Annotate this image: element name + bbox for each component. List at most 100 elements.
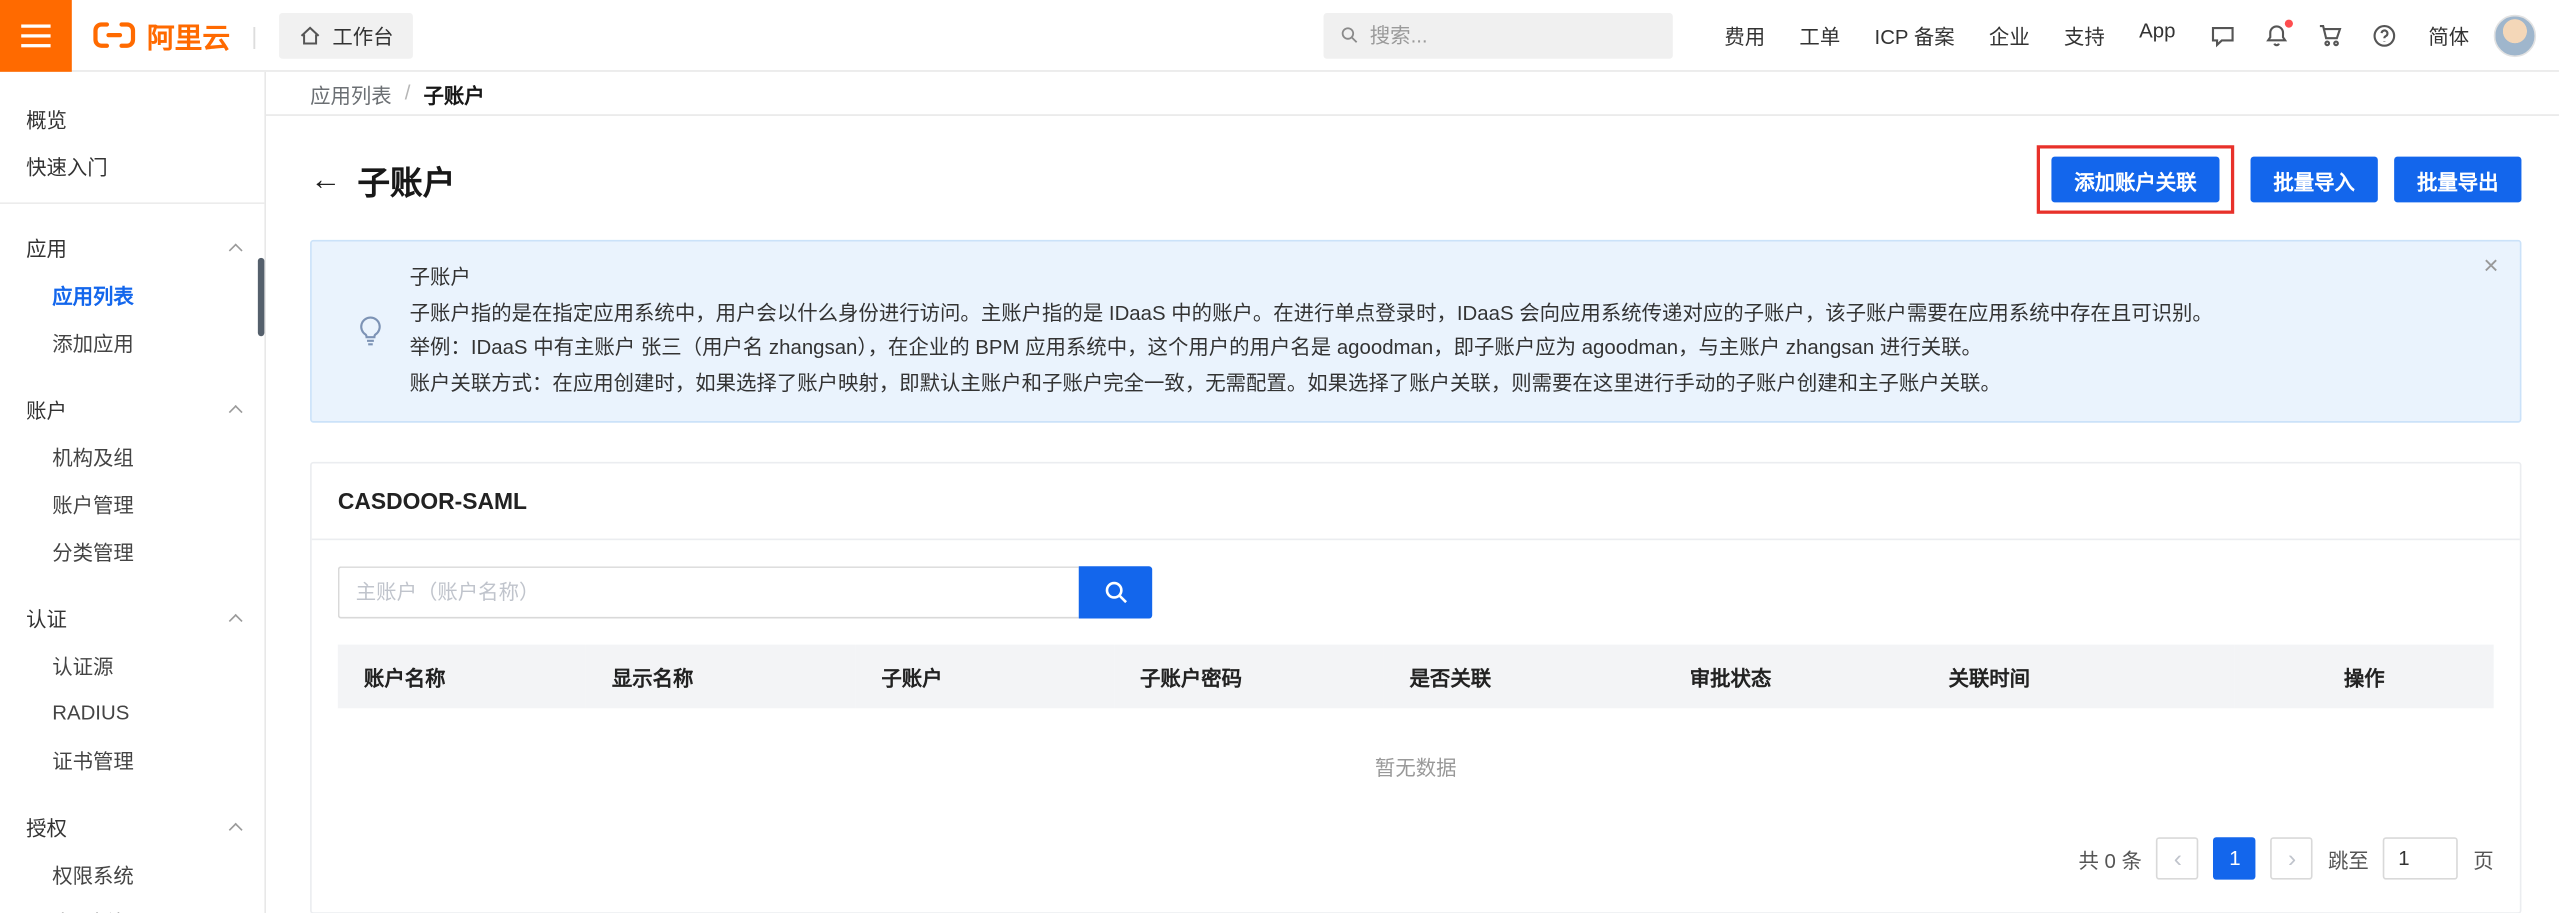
message-icon[interactable] [2210, 22, 2236, 48]
pagination-total: 共 0 条 [2078, 843, 2141, 874]
chevron-up-icon [229, 822, 243, 836]
col-display-name: 显示名称 [586, 645, 855, 709]
page-title: 子账户 [357, 156, 455, 203]
hamburger-menu-button[interactable] [0, 0, 72, 71]
topbar-search[interactable] [1323, 12, 1672, 58]
topbar-link-icp[interactable]: ICP 备案 [1875, 20, 1955, 51]
sidebar-item-account-management[interactable]: 账户管理 [0, 480, 264, 527]
breadcrumb-separator: / [405, 82, 411, 105]
sidebar-group-apps[interactable]: 应用 [0, 224, 264, 271]
main-content: 应用列表 / 子账户 ← 子账户 添加账户关联 批量导入 批量导出 [266, 72, 2559, 913]
search-icon [1339, 24, 1358, 45]
help-icon[interactable] [2371, 22, 2397, 48]
topbar-links: 费用 工单 ICP 备案 企业 支持 App [1724, 20, 2175, 51]
col-link-time: 关联时间 [1922, 645, 2235, 709]
sidebar-item-org-groups[interactable]: 机构及组 [0, 432, 264, 479]
col-is-linked: 是否关联 [1383, 645, 1663, 709]
sidebar-item-category-management[interactable]: 分类管理 [0, 527, 264, 574]
breadcrumb: 应用列表 / 子账户 [266, 72, 2559, 116]
col-account-name: 账户名称 [338, 645, 586, 709]
batch-import-button[interactable]: 批量导入 [2250, 157, 2377, 203]
banner-title: 子账户 [410, 261, 2213, 296]
sidebar-item-overview[interactable]: 概览 [0, 95, 264, 142]
sidebar-item-quickstart[interactable]: 快速入门 [0, 142, 264, 189]
aliyun-idaas-console: 阿里云 | 工作台 费用 工单 ICP 备案 企业 支持 App [0, 0, 2559, 913]
empty-row: 暂无数据 [338, 708, 2494, 801]
notification-dot [2285, 19, 2293, 27]
pagination-unit-label: 页 [2473, 843, 2493, 874]
batch-export-button[interactable]: 批量导出 [2394, 157, 2521, 203]
sidebar-item-permission-systems[interactable]: 权限系统 [0, 850, 264, 897]
accounts-table: 账户名称 显示名称 子账户 子账户密码 是否关联 审批状态 关联时间 操作 [338, 645, 2494, 802]
account-search-button[interactable] [1079, 566, 1152, 618]
cart-icon[interactable] [2317, 22, 2343, 48]
sidebar-item-cert-management[interactable]: 证书管理 [0, 736, 264, 783]
account-card: CASDOOR-SAML [310, 462, 2521, 913]
aliyun-logo[interactable]: 阿里云 [93, 15, 230, 56]
topbar-link-app[interactable]: App [2139, 20, 2175, 51]
table-header-row: 账户名称 显示名称 子账户 子账户密码 是否关联 审批状态 关联时间 操作 [338, 645, 2494, 709]
chevron-up-icon [229, 613, 243, 627]
sidebar-item-app-authorization[interactable]: 应用授权 [0, 898, 264, 913]
sidebar-group-accounts[interactable]: 账户 [0, 385, 264, 432]
chevron-up-icon [229, 404, 243, 418]
pagination-next-button[interactable]: › [2271, 837, 2313, 879]
banner-line-1: 子账户指的是在指定应用系统中，用户会以什么身份进行访问。主账户指的是 IDaaS… [410, 296, 2213, 331]
card-title: CASDOOR-SAML [312, 463, 2520, 540]
sidebar-scrollbar-thumb[interactable] [258, 258, 265, 336]
sidebar-item-auth-sources[interactable]: 认证源 [0, 641, 264, 688]
account-search [338, 566, 2494, 618]
topbar-link-tickets[interactable]: 工单 [1799, 20, 1840, 51]
back-arrow-icon[interactable]: ← [310, 164, 341, 195]
notification-bell-icon[interactable] [2264, 22, 2290, 48]
breadcrumb-current: 子账户 [424, 78, 485, 109]
col-sub-account-password: 子账户密码 [1114, 645, 1383, 709]
annotation-red-box: 添加账户关联 [2037, 145, 2234, 214]
aliyun-logo-icon [93, 21, 135, 49]
topbar-link-fees[interactable]: 费用 [1724, 20, 1765, 51]
col-sub-account: 子账户 [855, 645, 1114, 709]
home-icon [298, 24, 321, 47]
page-header: ← 子账户 添加账户关联 批量导入 批量导出 [310, 145, 2521, 214]
sidebar-item-radius[interactable]: RADIUS [0, 689, 264, 736]
empty-state-text: 暂无数据 [338, 708, 2494, 801]
aliyun-logo-text: 阿里云 [147, 15, 230, 56]
search-icon [1102, 579, 1128, 605]
topbar-search-input[interactable] [1370, 24, 1656, 47]
topbar-link-enterprise[interactable]: 企业 [1989, 20, 2030, 51]
pagination-jump-label: 跳至 [2328, 843, 2369, 874]
sidebar-group-authentication[interactable]: 认证 [0, 594, 264, 641]
add-account-link-button[interactable]: 添加账户关联 [2051, 157, 2219, 203]
workbench-label: 工作台 [332, 20, 393, 51]
pagination-prev-button[interactable]: ‹ [2157, 837, 2199, 879]
topbar-link-support[interactable]: 支持 [2064, 20, 2105, 51]
sidebar-group-accounts-label: 账户 [26, 393, 67, 424]
pagination: 共 0 条 ‹ 1 › 跳至 页 [338, 837, 2494, 879]
locale-switcher[interactable]: 简体 [2428, 20, 2469, 51]
hamburger-menu-icon [21, 24, 50, 27]
sidebar: 概览 快速入门 应用 应用列表 添加应用 账户 机构及组 账户管理 分类管理 认… [0, 72, 266, 913]
topbar-divider: | [251, 22, 257, 48]
pagination-jump-input[interactable] [2384, 837, 2459, 879]
header-actions: 添加账户关联 批量导入 批量导出 [2037, 145, 2522, 214]
banner-line-3: 账户关联方式：在应用创建时，如果选择了账户映射，即默认主账户和子账户完全一致，无… [410, 366, 2213, 401]
close-icon[interactable]: × [2483, 255, 2498, 281]
breadcrumb-app-list[interactable]: 应用列表 [310, 78, 392, 109]
topbar: 阿里云 | 工作台 费用 工单 ICP 备案 企业 支持 App [0, 0, 2559, 72]
chevron-up-icon [229, 243, 243, 257]
user-avatar[interactable] [2494, 14, 2536, 56]
col-approval-status: 审批状态 [1664, 645, 1923, 709]
col-actions: 操作 [2235, 645, 2494, 709]
account-search-input[interactable] [338, 566, 1079, 618]
sidebar-item-app-list[interactable]: 应用列表 [0, 271, 264, 318]
sidebar-group-authentication-label: 认证 [26, 602, 67, 633]
sidebar-divider [0, 202, 264, 204]
workbench-button[interactable]: 工作台 [278, 12, 413, 58]
sidebar-group-apps-label: 应用 [26, 232, 67, 263]
sidebar-group-authorization-label: 授权 [26, 811, 67, 842]
pagination-page-1[interactable]: 1 [2214, 837, 2256, 879]
banner-line-2: 举例：IDaaS 中有主账户 张三（用户名 zhangsan），在企业的 BPM… [410, 331, 2213, 366]
sidebar-item-add-app[interactable]: 添加应用 [0, 318, 264, 365]
topbar-icons [2210, 22, 2398, 48]
sidebar-group-authorization[interactable]: 授权 [0, 803, 264, 850]
